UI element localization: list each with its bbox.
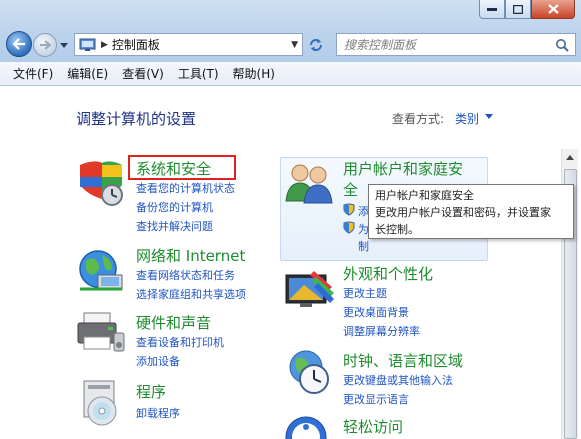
refresh-icon <box>310 38 322 51</box>
maximize-button[interactable] <box>505 0 531 19</box>
window-chrome: ▶ 控制面板 ▼ <box>0 0 581 62</box>
menu-tools[interactable]: 工具(T) <box>171 63 226 84</box>
tooltip-description-line1: 更改用户帐户设置和密码，并设置家 <box>375 206 551 219</box>
category-system-security[interactable]: 系统和安全 <box>136 158 211 179</box>
back-button[interactable] <box>6 31 32 57</box>
tooltip-description-line2: 长控制。 <box>375 223 419 236</box>
view-by-label: 查看方式: <box>392 112 445 126</box>
category-network-internet[interactable]: 网络和 Internet <box>136 245 245 266</box>
forward-arrow-icon <box>40 40 51 50</box>
link-change-theme[interactable]: 更改主题 <box>343 285 387 301</box>
category-programs[interactable]: 程序 <box>136 381 166 402</box>
menu-edit[interactable]: 编辑(E) <box>60 63 115 84</box>
printer-icon[interactable] <box>76 309 128 357</box>
uac-shield-icon <box>343 221 355 234</box>
link-adjust-resolution[interactable]: 调整屏幕分辨率 <box>343 323 420 339</box>
menu-help[interactable]: 帮助(H) <box>226 63 282 84</box>
network-globe-icon[interactable] <box>76 245 128 295</box>
forward-button[interactable] <box>33 33 57 57</box>
content-area: 调整计算机的设置 查看方式: 类别 系统和安全 查看您的计算机状态 备份您的计算… <box>0 87 581 439</box>
tooltip: 用户帐户和家庭安全 更改用户帐户设置和密码，并设置家 长控制。 <box>368 184 574 239</box>
address-bar[interactable]: ▶ 控制面板 ▼ <box>74 33 303 56</box>
address-dropdown-icon[interactable]: ▼ <box>291 40 298 50</box>
uac-shield-icon <box>343 203 355 216</box>
window-controls <box>479 0 575 20</box>
view-by-dropdown[interactable]: 类别 <box>455 110 479 127</box>
users-icon[interactable] <box>284 161 336 205</box>
minimize-icon <box>487 8 497 11</box>
ease-of-access-icon[interactable] <box>284 413 334 439</box>
link-view-computer-status[interactable]: 查看您的计算机状态 <box>136 180 235 196</box>
breadcrumb-separator-icon[interactable]: ▶ <box>101 40 108 50</box>
history-dropdown-icon[interactable] <box>59 40 69 50</box>
link-change-display-language[interactable]: 更改显示语言 <box>343 391 409 407</box>
view-by-chevron-down-icon[interactable] <box>485 114 493 119</box>
close-button[interactable] <box>531 0 575 19</box>
menu-bar: 文件(F) 编辑(E) 查看(V) 工具(T) 帮助(H) <box>0 62 581 86</box>
menu-file[interactable]: 文件(F) <box>6 63 60 84</box>
menu-view[interactable]: 查看(V) <box>115 63 171 84</box>
security-shield-icon[interactable] <box>76 159 128 207</box>
chevron-up-icon <box>566 154 574 160</box>
link-backup-computer[interactable]: 备份您的计算机 <box>136 199 213 215</box>
breadcrumb-control-panel[interactable]: 控制面板 <box>112 36 160 53</box>
category-clock-language-region[interactable]: 时钟、语言和区域 <box>343 350 463 371</box>
link-devices-printers[interactable]: 查看设备和打印机 <box>136 334 224 350</box>
category-appearance[interactable]: 外观和个性化 <box>343 263 433 284</box>
link-uninstall-program[interactable]: 卸载程序 <box>136 405 180 421</box>
minimize-button[interactable] <box>479 0 505 19</box>
search-box[interactable] <box>336 33 576 56</box>
link-network-status[interactable]: 查看网络状态和任务 <box>136 267 235 283</box>
link-add-device[interactable]: 添加设备 <box>136 353 180 369</box>
appearance-monitor-icon[interactable] <box>284 269 336 313</box>
page-title: 调整计算机的设置 <box>76 110 197 128</box>
clock-globe-icon[interactable] <box>284 347 336 397</box>
scroll-up-button[interactable] <box>562 149 578 165</box>
category-user-accounts-line2[interactable]: 全 <box>343 179 358 200</box>
category-user-accounts-line1[interactable]: 用户帐户和家庭安 <box>343 158 463 179</box>
close-icon <box>547 4 559 14</box>
maximize-icon <box>513 4 523 14</box>
link-change-desktop-background[interactable]: 更改桌面背景 <box>343 304 409 320</box>
category-ease-of-access[interactable]: 轻松访问 <box>343 416 403 437</box>
search-input[interactable] <box>337 34 547 55</box>
refresh-button[interactable] <box>304 33 328 56</box>
link-change-keyboard-input[interactable]: 更改键盘或其他输入法 <box>343 372 453 388</box>
link-user-accounts-partial-3[interactable]: 制 <box>358 238 369 254</box>
category-hardware-sound[interactable]: 硬件和声音 <box>136 312 211 333</box>
tooltip-title: 用户帐户和家庭安全 <box>375 189 474 202</box>
link-homegroup-sharing[interactable]: 选择家庭组和共享选项 <box>136 286 246 302</box>
control-panel-icon <box>79 38 96 51</box>
search-icon[interactable] <box>555 38 569 52</box>
back-arrow-icon <box>12 38 25 50</box>
link-troubleshoot[interactable]: 查找并解决问题 <box>136 218 213 234</box>
programs-disc-icon[interactable] <box>78 379 126 429</box>
